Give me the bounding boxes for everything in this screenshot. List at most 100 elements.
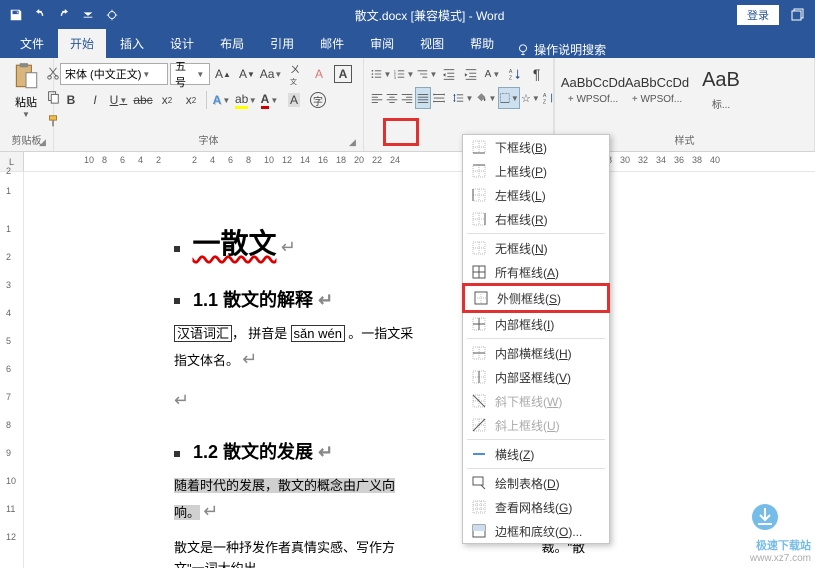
tab-view[interactable]: 视图 [408,29,456,58]
tab-insert[interactable]: 插入 [108,29,156,58]
touch-mode-icon[interactable] [102,5,122,25]
line-spacing-button[interactable]: ▼ [452,87,474,109]
login-button[interactable]: 登录 [737,5,779,25]
decrease-indent-button[interactable] [439,63,460,85]
distribute-button[interactable] [432,87,446,109]
font-size-combo[interactable]: 五号▼ [170,63,210,85]
clear-formatting-button[interactable]: A [308,63,330,85]
menu-item-border-left[interactable]: 左框线(L) [463,183,609,207]
bullet-icon [174,246,180,252]
tell-me-search[interactable]: 操作说明搜索 [516,41,606,58]
menu-item-label: 内部横框线(H) [495,345,572,362]
style-item-1[interactable]: AaBbCcDd + WPSOf... [561,62,625,118]
shrink-font-button[interactable]: A▼ [236,63,258,85]
asian-combine-button[interactable]: ☆▼ [521,87,541,109]
asian-layout-button[interactable]: A▼ [483,63,504,85]
tab-layout[interactable]: 布局 [208,29,256,58]
document-area[interactable]: 一散文 ↵ 1.1 散文的解释 ↵ 汉语词汇， 拼音是 sǎn wén 。一指文… [24,172,815,568]
grow-font-button[interactable]: A▲ [212,63,234,85]
bold-button[interactable]: B [60,89,82,111]
boxed-text: sǎn wén [291,325,345,342]
redo-button[interactable] [54,5,74,25]
border-left-icon [471,187,487,203]
italic-button[interactable]: I [84,89,106,111]
style-item-3[interactable]: AaB 标... [689,62,753,118]
tab-design[interactable]: 设计 [158,29,206,58]
menu-item-border-outside[interactable]: 外侧框线(S) [465,286,607,310]
menu-item-border-all[interactable]: 所有框线(A) [463,260,609,284]
menu-item-horizontal-line[interactable]: 横线(Z) [463,442,609,466]
menu-item-label: 左框线(L) [495,187,546,204]
heading-text: 1.1 散文的解释 [193,290,313,310]
align-left-button[interactable] [370,87,384,109]
show-hide-marks-button[interactable]: ¶ [526,63,547,85]
menu-item-border-bottom[interactable]: 下框线(B) [463,135,609,159]
font-name-combo[interactable]: 宋体 (中文正文)▼ [60,63,168,85]
vruler-tick: 5 [6,336,11,346]
tab-mailings[interactable]: 邮件 [308,29,356,58]
underline-button[interactable]: U▼ [108,89,130,111]
borders-dropdown-menu: 下框线(B)上框线(P) 左框线(L) 右框线(R) 无框线(N)所有框线(A)外侧框… [462,134,610,544]
highlight-color-button[interactable]: ab▼ [235,89,257,111]
ruler-tick: 32 [638,155,648,165]
tab-review[interactable]: 审阅 [358,29,406,58]
vertical-ruler[interactable]: 2 1 1 2 3 4 5 6 7 8 9 10 11 12 [0,172,24,568]
ruler-tick: 16 [318,155,328,165]
font-color-button[interactable]: A▼ [259,89,281,111]
character-border-button[interactable]: A [332,63,354,85]
body-text: 。一指文采 [348,326,413,341]
bullets-button[interactable]: ▼ [370,63,392,85]
boxed-text: 汉语词汇 [174,325,232,342]
character-shading-button[interactable]: A [283,89,305,111]
increase-indent-button[interactable] [461,63,482,85]
vruler-tick: 6 [6,364,11,374]
clipboard-launcher-icon[interactable]: ◢ [39,137,51,149]
style-item-2[interactable]: AaBbCcDd + WPSOf... [625,62,689,118]
align-justify-button[interactable] [415,87,431,109]
save-button[interactable] [6,5,26,25]
phonetic-guide-button[interactable]: ㄨ文 [284,63,306,85]
restore-window-icon[interactable] [787,4,809,26]
ruler-tick: 8 [246,155,251,165]
vruler-tick: 2 [6,166,11,176]
align-right-button[interactable] [400,87,414,109]
menu-item-label: 边框和底纹(O)... [495,523,582,540]
tab-help[interactable]: 帮助 [458,29,506,58]
menu-item-border-vinner[interactable]: 内部竖框线(V) [463,365,609,389]
borders-button[interactable]: ▼ [498,87,520,109]
menu-item-borders-shading[interactable]: 边框和底纹(O)... [463,519,609,543]
enclose-characters-button[interactable]: 字 [307,89,329,111]
menu-item-border-top[interactable]: 上框线(P) [463,159,609,183]
superscript-button[interactable]: x2 [180,89,202,111]
draw-table-icon [471,475,487,491]
strikethrough-button[interactable]: abc [132,89,154,111]
menu-item-border-right[interactable]: 右框线(R) [463,207,609,231]
menu-item-border-hinner[interactable]: 内部横框线(H) [463,341,609,365]
menu-item-label: 内部竖框线(V) [495,369,571,386]
menu-item-view-gridlines[interactable]: 查看网格线(G) [463,495,609,519]
vruler-tick: 11 [6,504,15,514]
ruler-corner[interactable]: L [0,152,24,171]
qat-customize-icon[interactable] [78,5,98,25]
shading-button[interactable]: ▼ [475,87,497,109]
align-center-button[interactable] [385,87,399,109]
menu-separator [467,233,605,234]
menu-item-draw-table[interactable]: 绘制表格(D) [463,471,609,495]
horizontal-ruler[interactable]: 10 8 6 4 2 2 4 6 8 10 12 14 16 18 20 22 … [24,152,815,171]
undo-button[interactable] [30,5,50,25]
vruler-tick: 1 [6,186,11,196]
tab-file[interactable]: 文件 [8,29,56,58]
subscript-button[interactable]: x2 [156,89,178,111]
numbering-button[interactable]: 123▼ [393,63,415,85]
menu-item-border-inside[interactable]: 内部框线(I) [463,312,609,336]
tab-home[interactable]: 开始 [58,29,106,58]
tab-references[interactable]: 引用 [258,29,306,58]
multilevel-list-button[interactable]: ▼ [416,63,438,85]
paste-button[interactable]: 粘贴 ▼ [6,62,46,119]
font-launcher-icon[interactable]: ◢ [349,137,361,149]
text-effects-button[interactable]: A▼ [211,89,233,111]
menu-item-border-none[interactable]: 无框线(N) [463,236,609,260]
sort-button[interactable]: AZ [504,63,525,85]
bullet-icon [174,451,180,457]
change-case-button[interactable]: Aa▼ [260,63,282,85]
